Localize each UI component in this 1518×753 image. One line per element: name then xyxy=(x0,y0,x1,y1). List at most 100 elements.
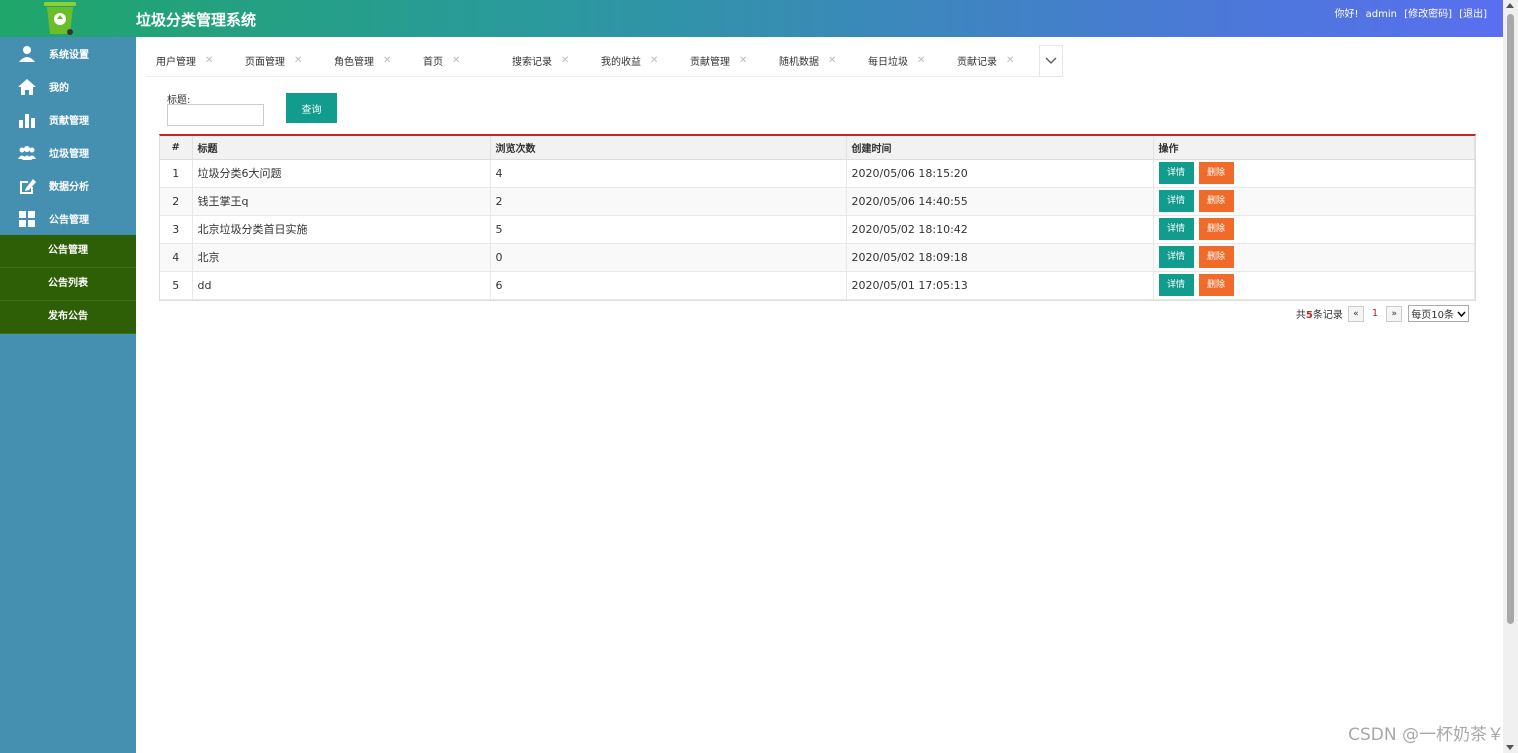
tab-label: 每日垃圾 xyxy=(868,57,908,68)
tab-label: 首页 xyxy=(423,57,443,68)
table-row: 2 钱王掌王q 2 2020/05/06 14:40:55 详情 删除 xyxy=(160,187,1475,216)
detail-button[interactable]: 详情 xyxy=(1158,246,1194,268)
row-index: 3 xyxy=(160,215,193,244)
bar-chart-icon xyxy=(19,113,35,128)
table-row: 4 北京 0 2020/05/02 18:09:18 详情 删除 xyxy=(160,243,1475,272)
user-area: 你好! admin [修改密码] [退出] xyxy=(1330,5,1487,20)
delete-button[interactable]: 删除 xyxy=(1198,190,1234,212)
scroll-down-arrow-icon[interactable] xyxy=(1506,745,1514,750)
chevron-down-icon xyxy=(1045,57,1057,64)
detail-button[interactable]: 详情 xyxy=(1158,218,1194,240)
row-actions: 详情 删除 xyxy=(1153,271,1475,300)
prev-page-button[interactable]: « xyxy=(1347,305,1364,322)
sidebar-item-system-settings[interactable]: 系统设置 xyxy=(0,37,136,70)
close-icon[interactable]: ✕ xyxy=(294,55,302,66)
tab-page-manage[interactable]: 页面管理 ✕ xyxy=(235,45,324,76)
change-password-link[interactable]: [修改密码] xyxy=(1404,9,1452,20)
table-row: 3 北京垃圾分类首日实施 5 2020/05/02 18:10:42 详情 删除 xyxy=(160,215,1475,244)
column-header-created: 创建时间 xyxy=(846,136,1154,160)
close-icon[interactable]: ✕ xyxy=(739,55,747,66)
row-views: 4 xyxy=(490,159,847,188)
close-icon[interactable]: ✕ xyxy=(917,55,925,66)
row-views: 6 xyxy=(490,271,847,300)
row-title: dd xyxy=(192,271,491,300)
record-count-total: 5 xyxy=(1305,310,1313,321)
chevron-down-icon xyxy=(1457,311,1466,317)
table-row: 1 垃圾分类6大问题 4 2020/05/06 18:15:20 详情 删除 xyxy=(160,159,1475,188)
group-icon xyxy=(18,145,36,160)
row-views: 5 xyxy=(490,215,847,244)
tab-my-earnings[interactable]: 我的收益 ✕ xyxy=(591,45,680,76)
detail-button[interactable]: 详情 xyxy=(1158,274,1194,296)
sidebar-item-data-analysis[interactable]: 数据分析 xyxy=(0,169,136,202)
tab-random-data[interactable]: 随机数据 ✕ xyxy=(769,45,858,76)
column-header-index: # xyxy=(160,136,193,160)
sidebar-item-label: 贡献管理 xyxy=(49,116,89,127)
row-title: 北京垃圾分类首日实施 xyxy=(192,215,491,244)
logout-link[interactable]: [退出] xyxy=(1459,9,1487,20)
detail-button[interactable]: 详情 xyxy=(1158,162,1194,184)
record-count-suffix: 条记录 xyxy=(1312,310,1343,321)
page-size-select[interactable]: 每页10条 xyxy=(1408,305,1469,322)
close-icon[interactable]: ✕ xyxy=(205,55,213,66)
sidebar-item-announcement[interactable]: 公告管理 xyxy=(0,202,136,235)
watermark: CSDN @一杯奶茶￥ xyxy=(1348,725,1504,745)
delete-button[interactable]: 删除 xyxy=(1198,246,1234,268)
sidebar: 系统设置 我的 贡献管理 垃圾管理 数据分析 公告管理 公告管理 公告列表 发布… xyxy=(0,37,136,753)
row-created: 2020/05/02 18:09:18 xyxy=(846,243,1154,272)
tab-contribution-records[interactable]: 贡献记录 ✕ xyxy=(947,45,1036,76)
tab-home[interactable]: 首页 ✕ xyxy=(413,45,502,76)
tab-label: 贡献记录 xyxy=(957,57,997,68)
tab-label: 页面管理 xyxy=(245,57,285,68)
tab-bar: 用户管理 ✕ 页面管理 ✕ 角色管理 ✕ 首页 ✕ 搜索记录 ✕ 我的收益 ✕ 贡献管理 ✕ … xyxy=(146,45,1063,77)
sidebar-item-mine[interactable]: 我的 xyxy=(0,70,136,103)
close-icon[interactable]: ✕ xyxy=(828,55,836,66)
tab-more-button[interactable] xyxy=(1039,45,1063,77)
delete-button[interactable]: 删除 xyxy=(1198,162,1234,184)
record-count: 共5条记录 xyxy=(1296,306,1343,321)
detail-button[interactable]: 详情 xyxy=(1158,190,1194,212)
column-header-title: 标题 xyxy=(192,136,491,160)
table-row: 5 dd 6 2020/05/01 17:05:13 详情 删除 xyxy=(160,271,1475,300)
next-page-button[interactable]: » xyxy=(1386,305,1403,322)
tab-user-manage[interactable]: 用户管理 ✕ xyxy=(146,45,235,76)
row-actions: 详情 删除 xyxy=(1153,243,1475,272)
table-header-row: # 标题 浏览次数 创建时间 操作 xyxy=(160,136,1475,160)
vertical-scrollbar[interactable] xyxy=(1503,0,1518,753)
query-button[interactable]: 查询 xyxy=(286,93,337,123)
row-index: 2 xyxy=(160,187,193,216)
scroll-thumb[interactable] xyxy=(1507,14,1514,624)
row-created: 2020/05/06 18:15:20 xyxy=(846,159,1154,188)
search-title-input[interactable] xyxy=(167,104,264,126)
close-icon[interactable]: ✕ xyxy=(561,55,569,66)
submenu-item-announcement-manage[interactable]: 公告管理 xyxy=(0,235,136,268)
submenu-item-announcement-list[interactable]: 公告列表 xyxy=(0,268,136,301)
close-icon[interactable]: ✕ xyxy=(650,55,658,66)
tab-label: 用户管理 xyxy=(156,57,196,68)
tab-label: 角色管理 xyxy=(334,57,374,68)
scroll-up-arrow-icon[interactable] xyxy=(1506,3,1514,8)
current-page[interactable]: 1 xyxy=(1372,308,1378,319)
tab-contribution-manage[interactable]: 贡献管理 ✕ xyxy=(680,45,769,76)
sidebar-item-contribution[interactable]: 贡献管理 xyxy=(0,103,136,136)
pagination: 共5条记录 « 1 » 每页10条 xyxy=(1296,305,1469,322)
main-content: 用户管理 ✕ 页面管理 ✕ 角色管理 ✕ 首页 ✕ 搜索记录 ✕ 我的收益 ✕ 贡献管理 ✕ … xyxy=(136,37,1503,753)
row-index: 5 xyxy=(160,271,193,300)
announcement-table: # 标题 浏览次数 创建时间 操作 1 垃圾分类6大问题 4 2020/05/0… xyxy=(159,134,1476,301)
close-icon[interactable]: ✕ xyxy=(452,55,460,66)
close-icon[interactable]: ✕ xyxy=(383,55,391,66)
close-icon[interactable]: ✕ xyxy=(1006,55,1014,66)
row-created: 2020/05/06 14:40:55 xyxy=(846,187,1154,216)
grid-icon xyxy=(19,210,35,227)
row-title: 钱王掌王q xyxy=(192,187,491,216)
row-actions: 详情 删除 xyxy=(1153,215,1475,244)
sidebar-item-garbage[interactable]: 垃圾管理 xyxy=(0,136,136,169)
delete-button[interactable]: 删除 xyxy=(1198,218,1234,240)
submenu-item-publish-announcement[interactable]: 发布公告 xyxy=(0,301,136,334)
tab-daily-garbage[interactable]: 每日垃圾 ✕ xyxy=(858,45,947,76)
tab-search-records[interactable]: 搜索记录 ✕ xyxy=(502,45,591,76)
row-views: 2 xyxy=(490,187,847,216)
delete-button[interactable]: 删除 xyxy=(1198,274,1234,296)
user-icon xyxy=(19,45,35,62)
tab-role-manage[interactable]: 角色管理 ✕ xyxy=(324,45,413,76)
